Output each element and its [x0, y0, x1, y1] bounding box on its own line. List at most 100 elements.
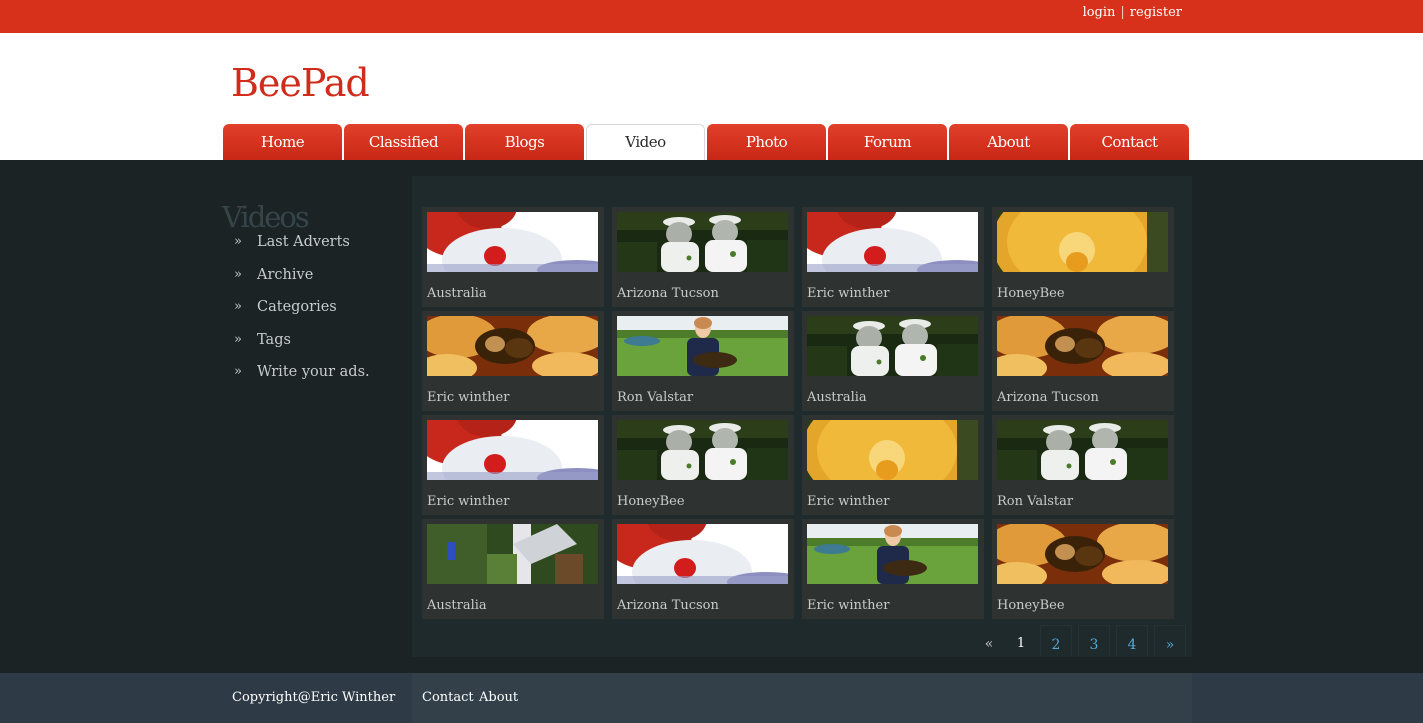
footer-link-about[interactable]: About — [479, 690, 518, 705]
video-caption[interactable]: HoneyBee — [997, 286, 1065, 301]
beekeepers-image — [997, 420, 1168, 480]
video-caption[interactable]: HoneyBee — [617, 494, 685, 509]
video-card[interactable]: Arizona Tucson — [992, 311, 1174, 411]
video-caption[interactable]: Arizona Tucson — [997, 390, 1099, 405]
bee-closeup-image — [427, 316, 598, 376]
account-links-separator: | — [1120, 5, 1125, 20]
nav-tab-classified[interactable]: Classified — [344, 124, 463, 160]
video-card[interactable]: Australia — [422, 519, 604, 619]
top-bar: login | register — [0, 0, 1423, 33]
register-link[interactable]: register — [1130, 5, 1182, 20]
pagination-prev[interactable]: « — [976, 625, 1002, 657]
sidebar-item-categories[interactable]: » Categories — [222, 299, 402, 332]
video-card[interactable]: HoneyBee — [612, 415, 794, 515]
sidebar-item-last-adverts[interactable]: » Last Adverts — [222, 234, 402, 267]
video-caption[interactable]: Eric winther — [807, 494, 889, 509]
sidebar-menu: » Last Adverts » Archive » Categories » Tags » Wr… — [222, 234, 402, 397]
video-caption[interactable]: Australia — [427, 286, 487, 301]
sidebar-title: Videos — [222, 200, 310, 234]
video-thumbnail[interactable] — [427, 212, 598, 272]
nav-tab-contact[interactable]: Contact — [1070, 124, 1189, 160]
sidebar-item-label: Write your ads. — [257, 364, 370, 380]
video-thumbnail[interactable] — [617, 524, 788, 584]
video-caption[interactable]: Eric winther — [807, 286, 889, 301]
sidebar-item-label: Last Adverts — [257, 234, 350, 250]
video-thumbnail[interactable] — [807, 524, 978, 584]
bullet-icon: » — [234, 266, 242, 282]
video-thumbnail[interactable] — [997, 212, 1168, 272]
login-link[interactable]: login — [1083, 5, 1116, 20]
video-card[interactable]: Australia — [802, 311, 984, 411]
video-caption[interactable]: Eric winther — [807, 598, 889, 613]
video-card[interactable]: Arizona Tucson — [612, 207, 794, 307]
video-thumbnail[interactable] — [807, 316, 978, 376]
video-card[interactable]: Arizona Tucson — [612, 519, 794, 619]
video-card[interactable]: Eric winther — [802, 415, 984, 515]
pagination-page-1[interactable]: 1 — [1008, 625, 1034, 657]
sidebar-item-label: Archive — [257, 266, 314, 283]
beekeepers-image — [617, 420, 788, 480]
sidebar-item-label: Categories — [257, 299, 337, 315]
copyright-text: Copyright@Eric Winther — [232, 690, 396, 705]
video-thumbnail[interactable] — [427, 420, 598, 480]
pagination-next[interactable]: » — [1154, 625, 1186, 657]
video-caption[interactable]: Arizona Tucson — [617, 598, 719, 613]
video-caption[interactable]: Eric winther — [427, 390, 509, 405]
video-thumbnail[interactable] — [997, 420, 1168, 480]
clown-face-image — [427, 420, 598, 480]
sidebar-item-tags[interactable]: » Tags — [222, 332, 402, 365]
clown-face-image — [617, 524, 788, 584]
video-thumbnail[interactable] — [997, 316, 1168, 376]
nav-tab-about[interactable]: About — [949, 124, 1068, 160]
video-caption[interactable]: Ron Valstar — [997, 494, 1073, 509]
video-caption[interactable]: Australia — [427, 598, 487, 613]
video-caption[interactable]: Ron Valstar — [617, 390, 693, 405]
sidebar-item-archive[interactable]: » Archive — [222, 267, 402, 300]
sidebar-item-write-your-ads[interactable]: » Write your ads. — [222, 364, 402, 397]
video-card[interactable]: HoneyBee — [992, 207, 1174, 307]
clown-face-image — [807, 212, 978, 272]
nav-tab-home[interactable]: Home — [223, 124, 342, 160]
bee-closeup-image — [997, 524, 1168, 584]
video-card[interactable]: Eric winther — [422, 311, 604, 411]
video-thumbnail[interactable] — [617, 316, 788, 376]
site-logo[interactable]: BeePad — [231, 61, 370, 105]
video-card[interactable]: Australia — [422, 207, 604, 307]
site-footer: Copyright@Eric Winther Contact About — [0, 673, 1423, 723]
video-caption[interactable]: Eric winther — [427, 494, 509, 509]
video-panel: Australia Arizona Tucson Eric winther Honey… — [412, 176, 1192, 657]
pagination-page-3[interactable]: 3 — [1078, 625, 1110, 657]
bullet-icon: » — [234, 331, 242, 347]
footer-links: Contact About — [412, 673, 1192, 723]
video-thumbnail[interactable] — [617, 212, 788, 272]
nav-tab-video[interactable]: Video — [586, 124, 705, 160]
beekeepers-image — [807, 316, 978, 376]
nav-tab-forum[interactable]: Forum — [828, 124, 947, 160]
pagination-page-2[interactable]: 2 — [1040, 625, 1072, 657]
video-thumbnail[interactable] — [617, 420, 788, 480]
main-nav: Home Classified Blogs Video Photo Forum About C… — [223, 124, 1189, 160]
honeycomb-image — [807, 420, 978, 480]
video-caption[interactable]: Arizona Tucson — [617, 286, 719, 301]
nav-tab-blogs[interactable]: Blogs — [465, 124, 584, 160]
footer-link-contact[interactable]: Contact — [422, 690, 474, 705]
video-caption[interactable]: Australia — [807, 390, 867, 405]
video-thumbnail[interactable] — [427, 524, 598, 584]
video-card[interactable]: Eric winther — [802, 207, 984, 307]
video-card[interactable]: Ron Valstar — [992, 415, 1174, 515]
video-card[interactable]: Eric winther — [802, 519, 984, 619]
video-card[interactable]: HoneyBee — [992, 519, 1174, 619]
video-thumbnail[interactable] — [427, 316, 598, 376]
pagination: «1 2 3 4» — [976, 625, 1186, 657]
person-with-bees-image — [617, 316, 788, 376]
video-card[interactable]: Ron Valstar — [612, 311, 794, 411]
video-card[interactable]: Eric winther — [422, 415, 604, 515]
pagination-page-4[interactable]: 4 — [1116, 625, 1148, 657]
nav-tab-photo[interactable]: Photo — [707, 124, 826, 160]
video-caption[interactable]: HoneyBee — [997, 598, 1065, 613]
video-thumbnail[interactable] — [997, 524, 1168, 584]
bullet-icon: » — [234, 364, 242, 379]
sidebar: Videos » Last Adverts» Archive» Categories»… — [222, 200, 402, 397]
video-thumbnail[interactable] — [807, 212, 978, 272]
video-thumbnail[interactable] — [807, 420, 978, 480]
